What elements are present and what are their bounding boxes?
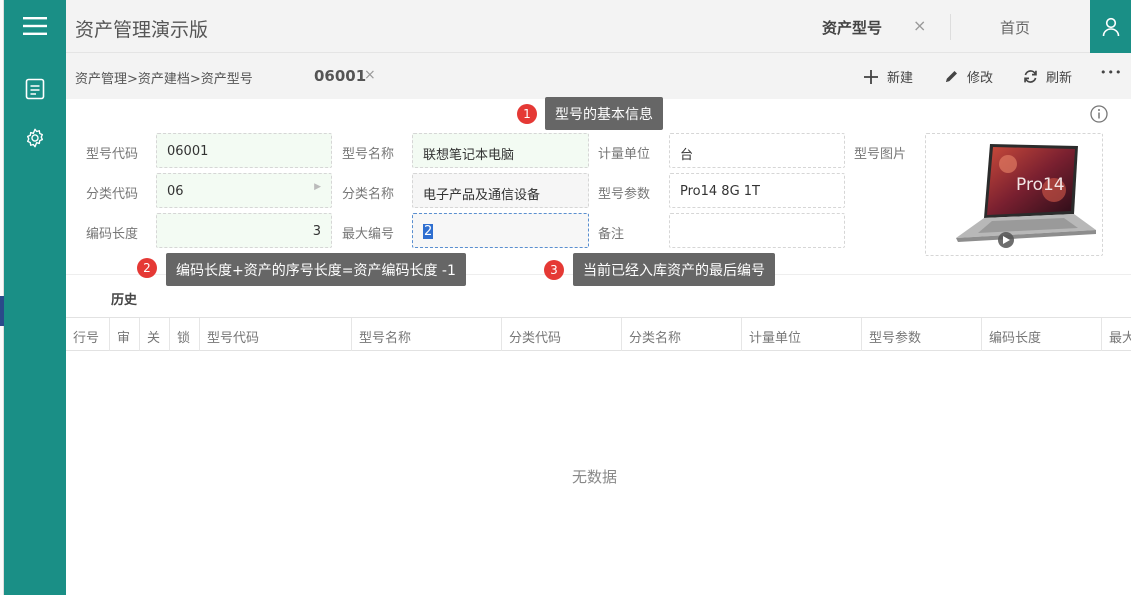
column-header[interactable]: 编码长度 <box>982 318 1102 351</box>
chevron-right-icon: ▶ <box>314 182 321 192</box>
column-header[interactable]: 锁 <box>170 318 200 351</box>
category-code-field[interactable]: 06 ▶ <box>156 173 332 208</box>
model-code-label: 型号代码 <box>86 147 139 162</box>
app-title: 资产管理演示版 <box>75 19 209 41</box>
laptop-screen-text: Pro14 <box>1016 175 1065 195</box>
annotation-badge-3: 3 <box>544 260 564 280</box>
model-image-box[interactable]: Pro14 <box>925 133 1103 256</box>
max-number-label: 最大编号 <box>342 227 395 242</box>
annotation-tooltip-2: 编码长度+资产的序号长度=资产编码长度 -1 <box>166 253 466 286</box>
max-number-value: 2 <box>423 224 434 239</box>
laptop-image: Pro14 <box>956 144 1096 248</box>
category-name-label: 分类名称 <box>342 187 395 202</box>
column-header[interactable]: 计量单位 <box>742 318 862 351</box>
category-name-field[interactable]: 电子产品及通信设备 <box>412 173 589 208</box>
refresh-button-label: 刷新 <box>1046 71 1073 86</box>
history-title: 历史 <box>111 293 138 308</box>
tab-divider <box>950 14 951 40</box>
column-header[interactable]: 审 <box>110 318 140 351</box>
remark-label: 备注 <box>598 227 625 242</box>
breadcrumb: 资产管理>资产建档>资产型号 <box>75 72 253 87</box>
column-header[interactable]: 型号代码 <box>200 318 352 351</box>
column-header[interactable]: 分类代码 <box>502 318 622 351</box>
category-code-label: 分类代码 <box>86 187 139 202</box>
column-header[interactable]: 行号 <box>66 318 110 351</box>
user-icon[interactable] <box>1090 0 1131 53</box>
annotation-badge-2: 2 <box>137 258 157 278</box>
annotation-badge-1: 1 <box>517 104 537 124</box>
document-icon[interactable] <box>4 69 66 109</box>
edit-button-label: 修改 <box>967 71 994 86</box>
empty-state-text: 无数据 <box>572 468 618 486</box>
document-close-icon[interactable]: × <box>364 67 376 83</box>
unit-field[interactable]: 台 <box>669 133 845 168</box>
hamburger-menu-icon[interactable] <box>4 0 66 52</box>
new-button-label: 新建 <box>887 71 914 86</box>
column-header[interactable]: 关 <box>140 318 170 351</box>
column-header[interactable]: 型号名称 <box>352 318 502 351</box>
model-name-field[interactable]: 联想笔记本电脑 <box>412 133 589 168</box>
model-params-field[interactable]: Pro14 8G 1T <box>669 173 845 208</box>
refresh-icon <box>1022 69 1038 85</box>
column-header[interactable]: 分类名称 <box>622 318 742 351</box>
plus-icon <box>863 69 879 85</box>
code-length-field[interactable]: 3 <box>156 213 332 248</box>
refresh-button[interactable]: 刷新 <box>1022 67 1072 86</box>
model-name-label: 型号名称 <box>342 147 395 162</box>
tab-asset-model[interactable]: 资产型号 × <box>806 0 951 53</box>
max-number-field[interactable]: 2 <box>412 213 589 248</box>
tab-home[interactable]: 首页 <box>1000 17 1030 38</box>
code-length-label: 编码长度 <box>86 227 139 242</box>
tab-label: 资产型号 <box>822 19 883 37</box>
model-params-label: 型号参数 <box>598 187 651 202</box>
info-icon[interactable] <box>1090 105 1108 123</box>
pencil-icon <box>943 69 959 85</box>
model-image-label: 型号图片 <box>854 147 907 162</box>
annotation-tooltip-1: 型号的基本信息 <box>545 97 663 130</box>
top-header: 资产管理演示版 资产型号 × 首页 <box>66 0 1131 53</box>
column-header[interactable]: 型号参数 <box>862 318 982 351</box>
breadcrumb-toolbar: 资产管理>资产建档>资产型号 06001 × 新建 修改 刷新 ••• <box>66 53 1131 99</box>
gear-icon[interactable] <box>4 118 66 158</box>
category-code-value: 06 <box>167 184 184 199</box>
sidebar <box>4 0 66 595</box>
unit-label: 计量单位 <box>598 147 651 162</box>
column-header[interactable]: 最大 <box>1102 318 1131 351</box>
document-id: 06001 <box>314 67 367 85</box>
annotation-tooltip-3: 当前已经入库资产的最后编号 <box>573 253 775 286</box>
model-code-field[interactable]: 06001 <box>156 133 332 168</box>
history-grid-header: 行号 审 关 锁 型号代码 型号名称 分类代码 分类名称 计量单位 型号参数 编… <box>66 317 1131 351</box>
tab-close-icon[interactable]: × <box>913 16 926 35</box>
new-button[interactable]: 新建 <box>863 67 913 86</box>
edit-button[interactable]: 修改 <box>943 67 993 86</box>
remark-field[interactable] <box>669 213 845 248</box>
more-icon[interactable]: ••• <box>1100 66 1122 79</box>
